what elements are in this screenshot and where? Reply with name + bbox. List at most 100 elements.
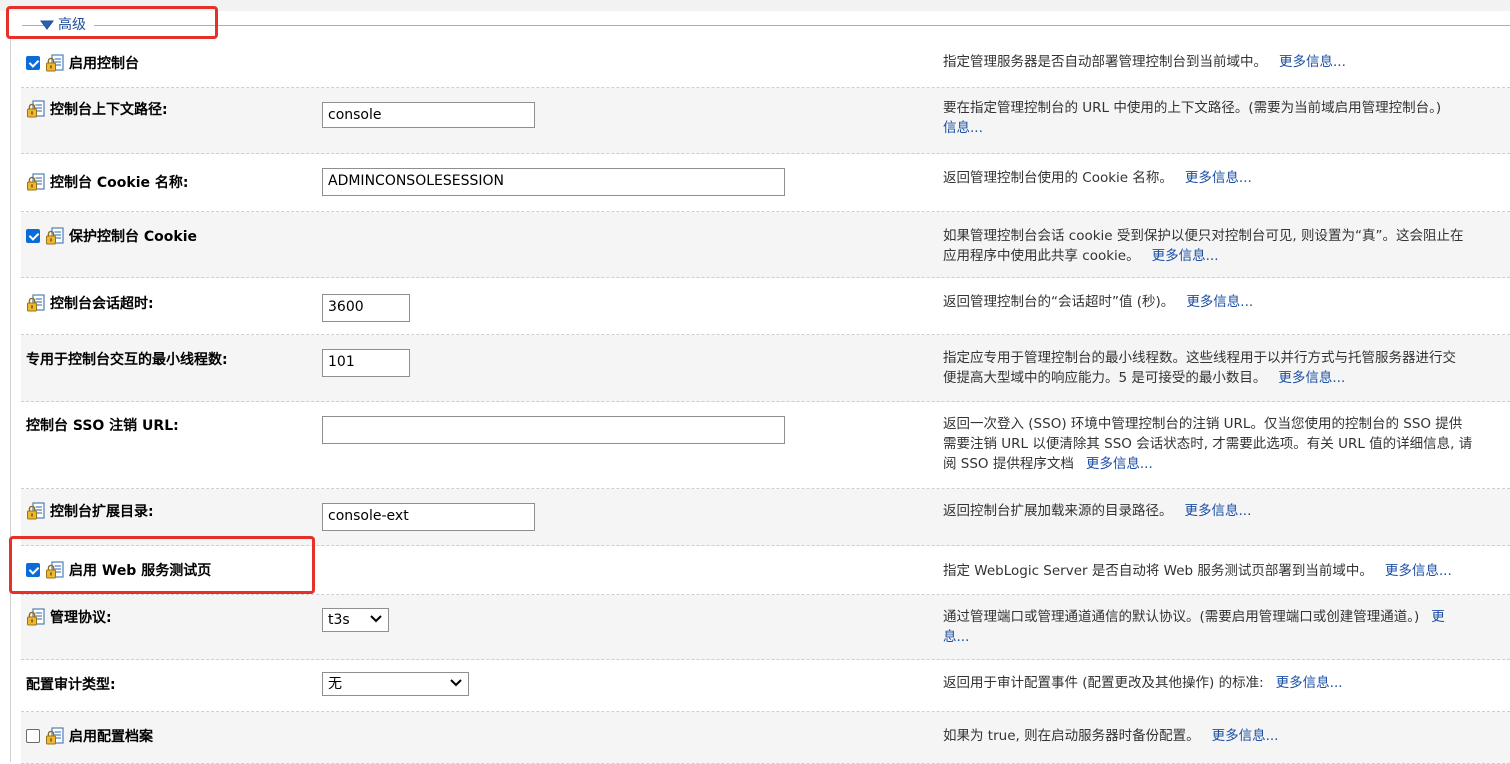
extension-dir-description-text: 返回控制台扩展加载来源的目录路径。 xyxy=(943,503,1173,519)
cookie-name-description-text: 返回管理控制台使用的 Cookie 名称。 xyxy=(943,170,1173,186)
session-timeout-input[interactable]: 3600 xyxy=(322,294,410,322)
more-info-link[interactable]: 更多信息... xyxy=(1152,248,1219,264)
admin-protocol-description: 通过管理端口或管理通道通信的默认协议。(需要启用管理端口或创建管理通道。) 更 息… xyxy=(943,607,1510,647)
cookie-name-description: 返回管理控制台使用的 Cookie 名称。 更多信息... xyxy=(943,168,1510,188)
min-threads-description-line2: 便提高大型域中的响应能力。5 是可接受的最小数目。 xyxy=(943,370,1267,386)
more-info-link[interactable]: 信息... xyxy=(943,118,1510,138)
config-audit-description-text: 返回用于审计配置事件 (配置更改及其他操作) 的标准: xyxy=(943,675,1264,691)
config-audit-label-group: 配置审计类型: xyxy=(26,674,116,694)
lock-config-icon xyxy=(26,172,46,192)
sso-logout-url-description-line2: 需要注销 URL 以便清除其 SSO 会话状态时, 才需要此选项。有关 URL … xyxy=(943,436,1473,452)
more-info-link[interactable]: 更多信息... xyxy=(1278,370,1345,386)
admin-protocol-select[interactable]: t3s xyxy=(322,608,389,632)
min-threads-description-line1: 指定应专用于管理控制台的最小线程数。这些线程用于以并行方式与托管服务器进行交 xyxy=(943,350,1456,366)
sso-logout-url-description-line3: 阅 SSO 提供程序文档 xyxy=(943,456,1074,472)
more-info-link[interactable]: 更多信息... xyxy=(1212,728,1279,744)
more-info-link[interactable]: 更多信息... xyxy=(1185,170,1252,186)
sso-logout-url-description: 返回一次登入 (SSO) 环境中管理控制台的注销 URL。仅当您使用的控制台的 … xyxy=(943,414,1510,474)
sso-logout-url-label-group: 控制台 SSO 注销 URL: xyxy=(26,415,179,435)
min-threads-label: 专用于控制台交互的最小线程数: xyxy=(26,352,228,368)
lock-config-icon xyxy=(45,726,65,746)
extension-dir-description: 返回控制台扩展加载来源的目录路径。 更多信息... xyxy=(943,501,1510,521)
sso-logout-url-description-line1: 返回一次登入 (SSO) 环境中管理控制台的注销 URL。仅当您使用的控制台的 … xyxy=(943,416,1463,432)
session-timeout-description: 返回管理控制台的“会话超时”值 (秒)。 更多信息... xyxy=(943,292,1510,312)
admin-protocol-label: 管理协议: xyxy=(50,610,112,626)
row-config-audit: 配置审计类型: 无 返回用于审计配置事件 (配置更改及其他操作) 的标准: 更多信… xyxy=(21,660,1510,712)
web-service-test-page-description-text: 指定 WebLogic Server 是否自动将 Web 服务测试页部署到当前域… xyxy=(943,563,1373,579)
web-service-test-page-description: 指定 WebLogic Server 是否自动将 Web 服务测试页部署到当前域… xyxy=(943,561,1510,581)
chevron-down-icon xyxy=(370,615,382,623)
config-archive-label: 启用配置档案 xyxy=(69,729,153,745)
admin-protocol-selected: t3s xyxy=(328,612,350,628)
section-rule-right xyxy=(94,25,1510,26)
lock-config-icon xyxy=(26,607,46,627)
more-info-link[interactable]: 更多信息... xyxy=(1186,294,1253,310)
protect-cookie-description-line1: 如果管理控制台会话 cookie 受到保护以便只对控制台可见, 则设置为“真”。… xyxy=(943,228,1464,244)
protect-cookie-checkbox[interactable] xyxy=(26,229,40,243)
lock-config-icon xyxy=(26,293,46,313)
sso-logout-url-input[interactable] xyxy=(322,416,785,444)
config-archive-description-text: 如果为 true, 则在启动服务器时备份配置。 xyxy=(943,728,1200,744)
more-info-link[interactable]: 更多信息... xyxy=(1276,675,1343,691)
protect-cookie-label: 保护控制台 Cookie xyxy=(69,229,197,245)
more-info-link[interactable]: 更多信息... xyxy=(1086,456,1153,472)
admin-protocol-label-group: 管理协议: xyxy=(26,607,112,627)
chevron-down-icon xyxy=(450,679,462,687)
session-timeout-label: 控制台会话超时: xyxy=(50,296,154,312)
min-threads-input[interactable]: 101 xyxy=(322,349,410,377)
row-protect-cookie: 保护控制台 Cookie 如果管理控制台会话 cookie 受到保护以便只对控制… xyxy=(21,212,1510,278)
enable-console-label-group: 启用控制台 xyxy=(26,53,139,73)
min-threads-label-group: 专用于控制台交互的最小线程数: xyxy=(26,349,228,369)
config-archive-description: 如果为 true, 则在启动服务器时备份配置。 更多信息... xyxy=(943,726,1510,746)
context-path-label: 控制台上下文路径: xyxy=(50,102,168,118)
more-info-link[interactable]: 更多信息... xyxy=(1385,563,1452,579)
lock-config-icon xyxy=(26,501,46,521)
protect-cookie-description-line2: 应用程序中使用此共享 cookie。 xyxy=(943,248,1140,264)
extension-dir-label-group: 控制台扩展目录: xyxy=(26,501,154,521)
settings-table: 启用控制台 指定管理服务器是否自动部署管理控制台到当前域中。 更多信息... 控制… xyxy=(21,38,1510,764)
extension-dir-label: 控制台扩展目录: xyxy=(50,504,154,520)
config-audit-label: 配置审计类型: xyxy=(26,677,116,693)
lock-config-icon xyxy=(26,99,46,119)
config-audit-selected: 无 xyxy=(328,676,342,692)
cookie-name-input[interactable]: ADMINCONSOLESESSION xyxy=(322,168,785,196)
admin-protocol-description-line1: 通过管理端口或管理通道通信的默认协议。(需要启用管理端口或创建管理通道。) xyxy=(943,609,1420,625)
enable-console-description: 指定管理服务器是否自动部署管理控制台到当前域中。 更多信息... xyxy=(943,52,1510,72)
more-info-link[interactable]: 更 xyxy=(1431,609,1445,625)
row-enable-console: 启用控制台 指定管理服务器是否自动部署管理控制台到当前域中。 更多信息... xyxy=(21,38,1510,88)
row-min-threads: 专用于控制台交互的最小线程数: 101 指定应专用于管理控制台的最小线程数。这些… xyxy=(21,335,1510,402)
row-admin-protocol: 管理协议: t3s 通过管理端口或管理通道通信的默认协议。(需要启用管理端口或创… xyxy=(21,595,1510,660)
more-info-link-cont[interactable]: 息... xyxy=(943,627,1510,647)
top-bar xyxy=(0,0,1510,11)
protect-cookie-label-group: 保护控制台 Cookie xyxy=(26,226,197,246)
context-path-input[interactable]: console xyxy=(322,102,535,128)
sso-logout-url-label: 控制台 SSO 注销 URL: xyxy=(26,418,179,434)
row-sso-logout-url: 控制台 SSO 注销 URL: 返回一次登入 (SSO) 环境中管理控制台的注销… xyxy=(21,402,1510,489)
cookie-name-label: 控制台 Cookie 名称: xyxy=(50,175,189,191)
lock-config-icon xyxy=(45,53,65,73)
highlight-box-web-service xyxy=(9,536,315,594)
lock-config-icon xyxy=(45,226,65,246)
config-audit-description: 返回用于审计配置事件 (配置更改及其他操作) 的标准: 更多信息... xyxy=(943,673,1510,693)
row-context-path: 控制台上下文路径: console 要在指定管理控制台的 URL 中使用的上下文… xyxy=(21,88,1510,154)
context-path-description-line1: 要在指定管理控制台的 URL 中使用的上下文路径。(需要为当前域启用管理控制台。… xyxy=(943,100,1442,116)
more-info-link[interactable]: 更多信息... xyxy=(1185,503,1252,519)
extension-dir-input[interactable]: console-ext xyxy=(322,503,535,531)
row-config-archive: 启用配置档案 如果为 true, 则在启动服务器时备份配置。 更多信息... xyxy=(21,712,1510,764)
left-border xyxy=(10,38,11,762)
session-timeout-label-group: 控制台会话超时: xyxy=(26,293,154,313)
enable-console-checkbox[interactable] xyxy=(26,56,40,70)
section-header-advanced[interactable]: 高级 xyxy=(10,12,1510,38)
more-info-link[interactable]: 更多信息... xyxy=(1279,54,1346,70)
highlight-box-advanced xyxy=(6,6,218,39)
enable-console-label: 启用控制台 xyxy=(69,56,139,72)
config-audit-select[interactable]: 无 xyxy=(322,672,469,696)
row-session-timeout: 控制台会话超时: 3600 返回管理控制台的“会话超时”值 (秒)。 更多信息..… xyxy=(21,278,1510,335)
session-timeout-description-text: 返回管理控制台的“会话超时”值 (秒)。 xyxy=(943,294,1175,310)
min-threads-description: 指定应专用于管理控制台的最小线程数。这些线程用于以并行方式与托管服务器进行交 便… xyxy=(943,348,1510,388)
context-path-label-group: 控制台上下文路径: xyxy=(26,99,168,119)
context-path-description: 要在指定管理控制台的 URL 中使用的上下文路径。(需要为当前域启用管理控制台。… xyxy=(943,98,1510,138)
config-archive-checkbox[interactable] xyxy=(26,729,40,743)
cookie-name-label-group: 控制台 Cookie 名称: xyxy=(26,172,188,192)
config-archive-label-group: 启用配置档案 xyxy=(26,726,153,746)
